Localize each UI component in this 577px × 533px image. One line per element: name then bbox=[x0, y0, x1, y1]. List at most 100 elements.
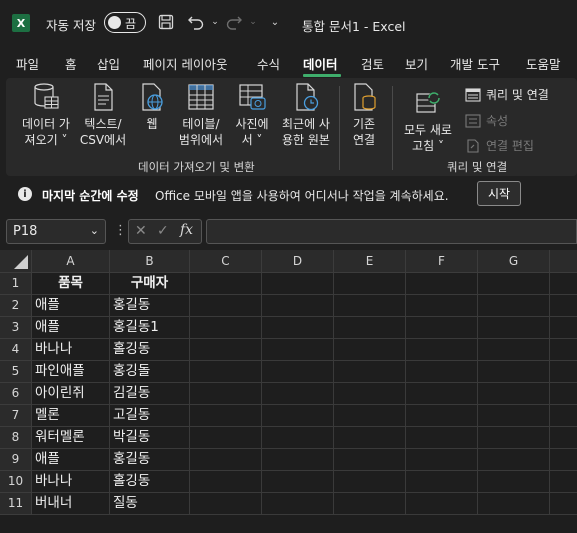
existing-connections-button[interactable]: 기존 연결 bbox=[344, 82, 384, 148]
cell[interactable] bbox=[334, 317, 406, 339]
from-text-csv-button[interactable]: 텍스트/ CSV에서 bbox=[78, 82, 128, 148]
refresh-all-button[interactable]: 모두 새로 고침 ˅ bbox=[399, 88, 457, 154]
get-data-button[interactable]: 데이터 가 져오기 ˅ bbox=[16, 82, 76, 148]
tab-page-layout[interactable]: 페이지 레이아웃 bbox=[143, 54, 227, 73]
cell[interactable] bbox=[190, 361, 262, 383]
row-header[interactable]: 1 bbox=[0, 273, 32, 295]
cell[interactable] bbox=[262, 471, 334, 493]
cell[interactable]: 김길동 bbox=[110, 383, 190, 405]
cell[interactable] bbox=[406, 273, 478, 295]
cell[interactable]: 질동 bbox=[110, 493, 190, 515]
cell[interactable]: 홀깅동 bbox=[110, 339, 190, 361]
from-table-range-button[interactable]: 테이블/ 범위에서 bbox=[176, 82, 226, 148]
cell[interactable] bbox=[550, 339, 577, 361]
column-header-a[interactable]: A bbox=[32, 250, 110, 273]
cell[interactable] bbox=[550, 361, 577, 383]
cell[interactable]: 워터멜론 bbox=[32, 427, 110, 449]
tab-file[interactable]: 파일 bbox=[16, 54, 39, 73]
cell[interactable]: 박길동 bbox=[110, 427, 190, 449]
cell[interactable] bbox=[478, 317, 550, 339]
tab-insert[interactable]: 삽입 bbox=[97, 54, 120, 73]
column-header-c[interactable]: C bbox=[190, 250, 262, 273]
cell[interactable] bbox=[334, 449, 406, 471]
row-header[interactable]: 2 bbox=[0, 295, 32, 317]
undo-dropdown-icon[interactable]: ⌄ bbox=[205, 12, 225, 32]
more-options-icon[interactable]: ⋮ bbox=[114, 223, 127, 238]
cell[interactable]: 홍길동 bbox=[110, 449, 190, 471]
tab-formulas[interactable]: 수식 bbox=[257, 54, 280, 73]
cell[interactable]: 바나나 bbox=[32, 471, 110, 493]
cell[interactable] bbox=[406, 427, 478, 449]
cell[interactable] bbox=[478, 361, 550, 383]
cell[interactable]: 홍길동 bbox=[110, 295, 190, 317]
cell[interactable] bbox=[262, 383, 334, 405]
cell[interactable] bbox=[190, 493, 262, 515]
start-button[interactable]: 시작 bbox=[477, 181, 521, 206]
cell[interactable] bbox=[550, 273, 577, 295]
queries-connections-button[interactable]: 쿼리 및 연결 bbox=[465, 86, 549, 103]
cell[interactable] bbox=[478, 449, 550, 471]
insert-function-icon[interactable]: fx bbox=[180, 222, 193, 238]
cell[interactable]: 홍길동1 bbox=[110, 317, 190, 339]
cell[interactable] bbox=[262, 361, 334, 383]
cell[interactable] bbox=[550, 317, 577, 339]
cell[interactable] bbox=[334, 339, 406, 361]
cell[interactable] bbox=[550, 449, 577, 471]
cell[interactable] bbox=[550, 295, 577, 317]
cell[interactable] bbox=[550, 427, 577, 449]
column-header-b[interactable]: B bbox=[110, 250, 190, 273]
cell[interactable] bbox=[406, 383, 478, 405]
cell[interactable] bbox=[478, 339, 550, 361]
cell[interactable]: 아이린쥐 bbox=[32, 383, 110, 405]
column-header-g[interactable]: G bbox=[478, 250, 550, 273]
column-header-f[interactable]: F bbox=[406, 250, 478, 273]
cell[interactable]: 애플 bbox=[32, 449, 110, 471]
cell[interactable] bbox=[478, 273, 550, 295]
undo-icon[interactable] bbox=[186, 12, 206, 32]
cell[interactable] bbox=[262, 405, 334, 427]
cell[interactable] bbox=[334, 295, 406, 317]
cell[interactable]: 바나나 bbox=[32, 339, 110, 361]
cell[interactable] bbox=[262, 427, 334, 449]
cell[interactable] bbox=[478, 405, 550, 427]
cell[interactable] bbox=[550, 471, 577, 493]
tab-developer[interactable]: 개발 도구 bbox=[450, 54, 500, 73]
cell[interactable]: 고길동 bbox=[110, 405, 190, 427]
recent-sources-button[interactable]: 최근에 사 용한 원본 bbox=[278, 82, 334, 148]
cell[interactable]: 애플 bbox=[32, 317, 110, 339]
cell[interactable] bbox=[406, 449, 478, 471]
cell[interactable] bbox=[478, 471, 550, 493]
cell[interactable] bbox=[406, 493, 478, 515]
cell[interactable] bbox=[190, 273, 262, 295]
cell[interactable]: 파인애플 bbox=[32, 361, 110, 383]
cell[interactable] bbox=[190, 339, 262, 361]
cell[interactable] bbox=[406, 361, 478, 383]
cell[interactable]: 품목 bbox=[32, 273, 110, 295]
cell[interactable] bbox=[262, 493, 334, 515]
cell[interactable]: 버내너 bbox=[32, 493, 110, 515]
cell[interactable] bbox=[334, 383, 406, 405]
row-header[interactable]: 4 bbox=[0, 339, 32, 361]
autosave-toggle[interactable]: 끔 bbox=[104, 12, 146, 33]
from-picture-button[interactable]: 사진에 서 ˅ bbox=[230, 82, 274, 148]
tab-data[interactable]: 데이터 bbox=[303, 54, 338, 73]
cell[interactable] bbox=[406, 405, 478, 427]
cell[interactable] bbox=[190, 383, 262, 405]
column-header-d[interactable]: D bbox=[262, 250, 334, 273]
cell[interactable]: 홍깅돌 bbox=[110, 361, 190, 383]
cell[interactable] bbox=[190, 405, 262, 427]
name-box[interactable]: P18 ⌄ bbox=[6, 219, 106, 244]
cell[interactable] bbox=[334, 405, 406, 427]
cell[interactable] bbox=[478, 383, 550, 405]
row-header[interactable]: 9 bbox=[0, 449, 32, 471]
cell[interactable] bbox=[262, 317, 334, 339]
save-icon[interactable] bbox=[156, 12, 176, 32]
cell[interactable] bbox=[190, 427, 262, 449]
column-header-e[interactable]: E bbox=[334, 250, 406, 273]
cell[interactable] bbox=[478, 427, 550, 449]
cell[interactable] bbox=[478, 493, 550, 515]
cell[interactable]: 구매자 bbox=[110, 273, 190, 295]
cell[interactable] bbox=[406, 317, 478, 339]
cell[interactable]: 홀깅동 bbox=[110, 471, 190, 493]
cell[interactable] bbox=[550, 383, 577, 405]
